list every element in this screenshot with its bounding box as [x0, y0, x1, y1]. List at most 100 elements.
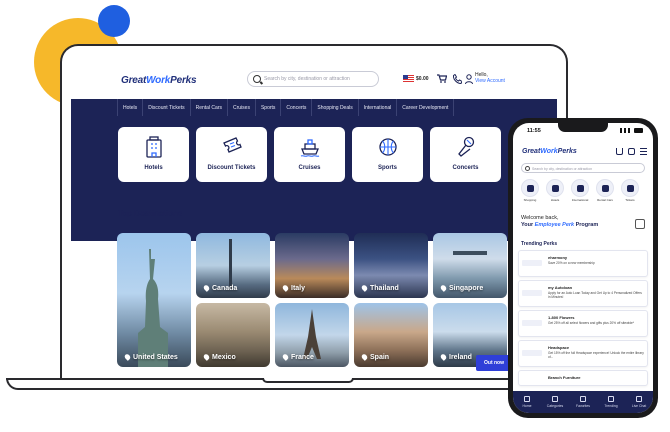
phone-category-hotels[interactable]: Hotels — [544, 179, 566, 202]
tab-favorites[interactable]: Favorites — [572, 396, 594, 408]
perk-name: Headspace — [548, 345, 570, 350]
phone-category-rental-cars[interactable]: Rental Cars — [594, 179, 616, 202]
filter-icon[interactable] — [635, 219, 645, 229]
perk-description: Save 20% on a new membership — [548, 261, 595, 265]
laptop-frame: GreatWorkPerks $0.00 Hello, View Account… — [60, 44, 568, 380]
cn-tower-illustration — [229, 239, 232, 289]
nav-item-career-development[interactable]: Career Development — [397, 99, 455, 116]
tab-trending[interactable]: Trending — [600, 396, 622, 408]
basketball-icon — [379, 138, 397, 156]
destination-card-singapore[interactable]: Singapore — [433, 233, 507, 298]
destination-card-spain[interactable]: Spain — [354, 303, 428, 367]
cart-icon[interactable] — [616, 148, 623, 155]
heart-icon — [580, 396, 586, 402]
phone-category-shopping[interactable]: Shopping — [519, 179, 541, 202]
trending-perks-list: eharmony Save 20% on a new membership my… — [518, 250, 648, 389]
user-icon[interactable] — [465, 74, 473, 84]
search-icon — [253, 75, 261, 83]
marina-bay-illustration — [453, 251, 487, 255]
search-bar[interactable] — [247, 71, 379, 87]
location-pin-icon — [202, 284, 211, 293]
perk-card-eharmony[interactable]: eharmony Save 20% on a new membership — [518, 250, 648, 277]
destination-card-thailand[interactable]: Thailand — [354, 233, 428, 298]
phone-category-row: Shopping Hotels International Rental Car… — [519, 179, 641, 202]
hotel-icon — [146, 136, 162, 158]
perk-card-headspace[interactable]: Headspace Get 15% off the full Headspace… — [518, 340, 648, 367]
category-label: Cruises — [298, 165, 321, 171]
destination-card-united-states[interactable]: United States — [117, 233, 191, 367]
location-pin-icon — [281, 353, 290, 362]
phone-icon[interactable] — [453, 74, 462, 84]
nav-item-concerts[interactable]: Concerts — [281, 99, 313, 116]
tab-live-chat[interactable]: Live Chat — [628, 396, 650, 408]
nav-item-international[interactable]: International — [359, 99, 398, 116]
brand-name-part: Work — [540, 148, 558, 155]
main-navigation: Hotels Discount Tickets Rental Cars Crui… — [71, 99, 557, 241]
tab-label: Live Chat — [631, 404, 647, 408]
tab-home[interactable]: Home — [516, 396, 538, 408]
destination-name: Canada — [212, 285, 238, 292]
search-input[interactable] — [264, 74, 374, 84]
phone-screen: 11:55 GreatWorkPerks Shopping Hotels Int… — [513, 123, 653, 413]
nav-item-rental-cars[interactable]: Rental Cars — [191, 99, 228, 116]
category-card-hotels[interactable]: Hotels — [118, 127, 189, 182]
program-title: Your Employee Perk Program — [521, 222, 598, 229]
category-card-discount-tickets[interactable]: Discount Tickets — [196, 127, 267, 182]
phone-notch — [558, 123, 608, 132]
category-card-sports[interactable]: Sports — [352, 127, 423, 182]
destination-name: Ireland — [449, 354, 472, 361]
tab-categories[interactable]: Categories — [544, 396, 566, 408]
nav-item-hotels[interactable]: Hotels — [117, 99, 144, 116]
us-flag-icon[interactable] — [403, 75, 414, 83]
perk-card-1800-flowers[interactable]: 1-800 Flowers Get 25% off all select flo… — [518, 310, 648, 337]
category-label: Hotels — [144, 165, 163, 171]
location-pin-icon — [360, 284, 369, 293]
category-card-concerts[interactable]: Concerts — [430, 127, 501, 182]
statue-of-liberty-illustration — [138, 249, 168, 367]
out-now-badge[interactable]: Out now — [476, 355, 512, 371]
destination-name: United States — [133, 354, 178, 361]
perk-card-branch-furniture[interactable]: Branch Furniture — [518, 370, 648, 386]
grid-icon — [552, 396, 558, 402]
menu-icon[interactable] — [640, 148, 647, 155]
destination-card-italy[interactable]: Italy — [275, 233, 349, 298]
phone-category-international[interactable]: International — [569, 179, 591, 202]
phone-category-label: Shopping — [523, 198, 537, 202]
category-label: Sports — [377, 165, 397, 171]
destination-card-mexico[interactable]: Mexico — [196, 303, 270, 367]
brand-name-part: Perks — [557, 148, 577, 155]
view-account-link[interactable]: View Account — [475, 78, 505, 84]
destination-name: Spain — [370, 354, 390, 361]
tab-label: Trending — [604, 404, 618, 408]
phone-bottom-nav: Home Categories Favorites Trending Live … — [513, 391, 653, 413]
perk-description: Apply for an Auto Loan Today and Get Up … — [548, 291, 642, 300]
phone-search-input[interactable] — [532, 165, 640, 172]
search-icon — [525, 166, 530, 171]
category-card-cruises[interactable]: Cruises — [274, 127, 345, 182]
cart-icon[interactable] — [437, 74, 447, 83]
phone-time: 11:55 — [527, 128, 541, 134]
location-pin-icon — [439, 284, 448, 293]
phone-category-tickets[interactable]: Tickets — [619, 179, 641, 202]
destination-card-france[interactable]: France — [275, 303, 349, 367]
phone-icon[interactable] — [628, 148, 635, 155]
perk-name: my Autoloan — [548, 285, 573, 290]
perk-name: Branch Furniture — [548, 375, 581, 380]
program-title-part: Employee Perk — [534, 222, 575, 228]
phone-status-bar: 11:55 — [513, 123, 653, 139]
tab-label: Home — [522, 404, 532, 408]
brand-logo[interactable]: GreatWorkPerks — [121, 75, 197, 86]
phone-brand-logo[interactable]: GreatWorkPerks — [522, 148, 577, 155]
tab-label: Categories — [546, 404, 564, 408]
nav-item-discount-tickets[interactable]: Discount Tickets — [143, 99, 191, 116]
nav-item-shopping-deals[interactable]: Shopping Deals — [312, 99, 359, 116]
program-title-part: Program — [575, 222, 599, 228]
account-greeting[interactable]: Hello, View Account — [475, 72, 505, 84]
category-label: Discount Tickets — [207, 165, 256, 171]
destination-card-canada[interactable]: Canada — [196, 233, 270, 298]
nav-item-cruises[interactable]: Cruises — [228, 99, 256, 116]
nav-item-sports[interactable]: Sports — [256, 99, 282, 116]
phone-search-bar[interactable] — [521, 163, 645, 173]
tab-label: Favorites — [576, 404, 590, 408]
perk-card-my-autoloan[interactable]: my Autoloan Apply for an Auto Loan Today… — [518, 280, 648, 307]
